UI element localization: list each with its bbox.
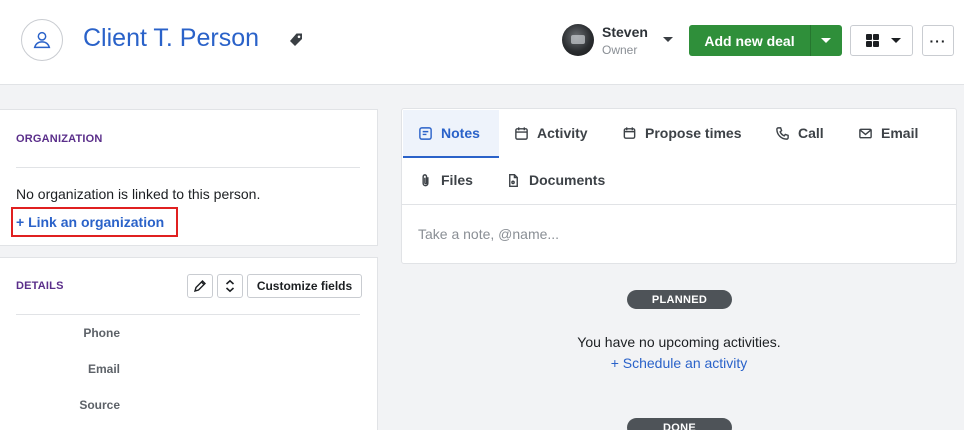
field-label-email: Email [87,362,120,376]
mail-icon [859,128,872,138]
field-label-source: Source [79,398,120,412]
divider [402,204,956,205]
tab-email-label[interactable]: Email [881,125,918,141]
owner-avatar[interactable] [562,24,594,56]
no-activities-text: You have no upcoming activities. [577,334,781,350]
phone-icon [776,126,789,140]
chevron-down-icon[interactable] [821,38,831,43]
organization-empty-text: No organization is linked to this person… [16,186,261,202]
done-badge: DONE [627,418,732,430]
chevron-down-icon [891,38,901,43]
tab-activity[interactable]: Activity [514,125,588,141]
tab-notes-label[interactable]: Notes [441,125,480,141]
tab-documents-label[interactable]: Documents [529,172,605,188]
chevron-up-down-icon [225,279,235,293]
note-icon [419,126,432,140]
person-icon [33,31,51,49]
link-organization-link[interactable]: + Link an organization [11,207,178,237]
person-avatar [21,19,63,61]
tag-icon[interactable] [288,32,304,48]
tab-propose-times-label[interactable]: Propose times [645,125,741,141]
tab-documents[interactable]: Documents [506,172,605,188]
owner-name[interactable]: Steven [602,24,648,40]
add-new-deal-label[interactable]: Add new deal [689,33,810,49]
activity-composer: Notes Activity Propose times Call Email … [401,108,957,264]
tab-files-label[interactable]: Files [441,172,473,188]
document-icon [509,173,518,187]
paperclip-icon [422,173,429,186]
more-actions-button[interactable]: ··· [922,25,954,56]
grid-icon [866,34,879,47]
customize-fields-button[interactable]: Customize fields [247,274,362,298]
tab-activity-label[interactable]: Activity [537,125,588,141]
tab-files[interactable]: Files [418,172,473,188]
tab-call[interactable]: Call [775,125,824,141]
field-label-phone: Phone [83,326,120,340]
tab-call-label[interactable]: Call [798,125,824,141]
schedule-activity-link[interactable]: + Schedule an activity [401,355,957,371]
chevron-down-icon[interactable] [663,37,673,42]
organization-section-title: ORGANIZATION [16,133,103,145]
owner-role: Owner [602,43,638,57]
expand-collapse-button[interactable] [217,274,243,298]
add-new-deal-button[interactable]: Add new deal [689,25,842,56]
pencil-icon [193,280,206,293]
tab-propose-times[interactable]: Propose times [622,125,741,141]
divider [16,167,360,168]
page-title: Client T. Person [83,24,260,52]
tab-notes[interactable]: Notes [418,125,480,141]
organization-panel: ORGANIZATION No organization is linked t… [0,109,378,246]
details-panel: DETAILS Customize fields Phone Email Sou… [0,257,378,430]
view-switcher-button[interactable] [850,25,913,56]
propose-times-icon [623,126,636,139]
calendar-icon [515,126,528,140]
details-section-title: DETAILS [16,280,64,292]
edit-details-button[interactable] [187,274,213,298]
divider [16,314,360,315]
planned-badge: PLANNED [627,290,732,309]
note-input[interactable]: Take a note, @name... [418,226,559,242]
button-divider [810,25,811,56]
tab-email[interactable]: Email [858,125,918,141]
page-header: Client T. Person Steven Owner Add new de… [0,0,964,85]
